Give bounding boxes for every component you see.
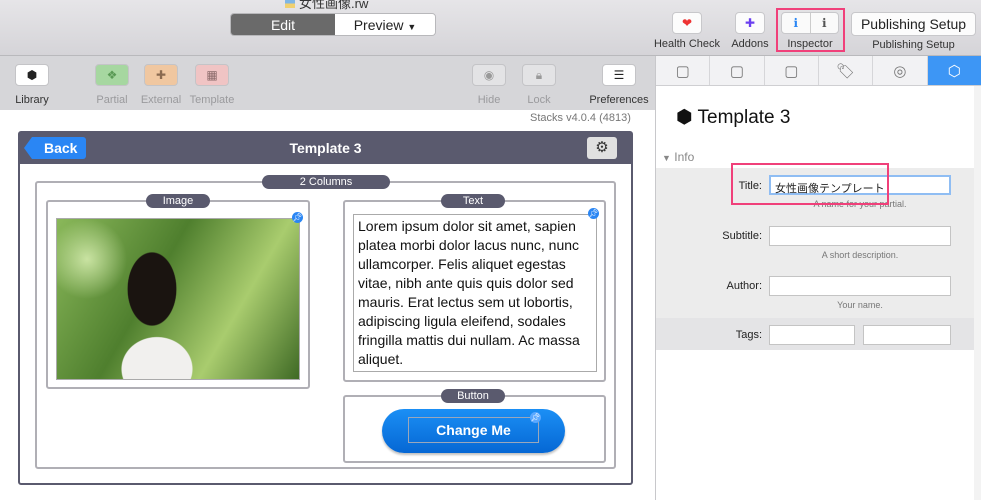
info-section-toggle[interactable]: ▼ Info bbox=[662, 150, 694, 164]
photo-image[interactable] bbox=[56, 218, 300, 380]
text-stack[interactable]: Text Lorem ipsum dolor sit amet, sapien … bbox=[343, 194, 606, 382]
partial-label: Partial bbox=[96, 94, 128, 106]
tags-field-1[interactable] bbox=[769, 325, 855, 345]
highlight-inspector bbox=[776, 8, 845, 52]
info-label: Info bbox=[674, 150, 695, 164]
version-text: Stacks v4.0.4 (4813) bbox=[530, 112, 631, 124]
author-field[interactable] bbox=[769, 276, 951, 296]
file-icon bbox=[285, 0, 295, 8]
inspector-title-text: Template 3 bbox=[697, 107, 791, 128]
image-stack[interactable]: Image 📌︎ bbox=[46, 194, 310, 389]
template-button[interactable]: ▦ Template bbox=[184, 64, 240, 106]
author-label: Author: bbox=[726, 280, 762, 292]
tag-tab-icon[interactable]: 🏷︎ bbox=[819, 56, 874, 85]
top-toolbar: 女性画像.rw Edit Preview ▼ ❤ Health Check ✚ … bbox=[0, 0, 981, 56]
hide-button[interactable]: ◉ Hide bbox=[461, 64, 517, 106]
preferences-button[interactable]: ☰ Preferences bbox=[584, 64, 654, 106]
lock-icon: 🔒︎ bbox=[522, 64, 556, 86]
tags-row: Tags: bbox=[656, 318, 974, 350]
cubes-icon: ❖ bbox=[95, 64, 129, 86]
library-label: Library bbox=[15, 94, 49, 106]
document-title: 女性画像.rw bbox=[285, 0, 368, 12]
editor-toolbar: ⬢ Library ❖ Partial ✚ External ▦ Template ◉ H… bbox=[0, 56, 655, 110]
card-header: Back Template 3 ⚙ bbox=[20, 133, 631, 164]
disclosure-triangle-icon: ▼ bbox=[662, 153, 671, 163]
external-button[interactable]: ✚ External bbox=[133, 64, 189, 106]
partial-editor-card: Back Template 3 ⚙ 2 Columns Image 📌︎ Tex… bbox=[18, 131, 633, 485]
gear-icon[interactable]: ⚙ bbox=[587, 137, 617, 159]
puzzle-icon: ✚ bbox=[735, 12, 765, 34]
pin-icon[interactable]: 📌︎ bbox=[530, 412, 541, 423]
two-columns-stack[interactable]: 2 Columns Image 📌︎ Text Lorem ipsum dolo… bbox=[35, 175, 616, 469]
text-content[interactable]: Lorem ipsum dolor sit amet, sapien plate… bbox=[353, 214, 597, 372]
pin-icon[interactable]: 📌︎ bbox=[588, 208, 599, 219]
publishing-setup-button[interactable]: Publishing Setup bbox=[851, 12, 976, 36]
pin-icon[interactable]: 📌︎ bbox=[292, 212, 303, 223]
tags-field-2[interactable] bbox=[863, 325, 951, 345]
lock-label: Lock bbox=[527, 94, 551, 106]
button-label: Button bbox=[441, 389, 505, 403]
change-me-label: Change Me bbox=[408, 417, 539, 443]
edit-mode-button[interactable]: Edit bbox=[231, 14, 335, 35]
external-label: External bbox=[140, 94, 182, 106]
template-label: Template bbox=[189, 94, 235, 106]
health-check-label: Health Check bbox=[653, 38, 721, 50]
inspector-panel: ▢ ▢ ▢ 🏷︎ ◎ ⬡ ⬢ Template 3 ▼ Info Title: … bbox=[655, 56, 981, 500]
preview-label: Preview bbox=[353, 17, 404, 33]
inspector-tabs: ▢ ▢ ▢ 🏷︎ ◎ ⬡ bbox=[656, 56, 981, 86]
subtitle-hint: A short description. bbox=[821, 250, 899, 260]
partial-button[interactable]: ❖ Partial bbox=[84, 64, 140, 106]
subtitle-label: Subtitle: bbox=[722, 230, 762, 242]
two-columns-label: 2 Columns bbox=[262, 175, 390, 189]
puzzle-icon: ✚ bbox=[144, 64, 178, 86]
button-stack[interactable]: Button Change Me 📌︎ bbox=[343, 389, 606, 463]
image-label: Image bbox=[146, 194, 210, 208]
document-title-text: 女性画像.rw bbox=[299, 0, 369, 11]
layout-left-tab-icon[interactable]: ▢ bbox=[710, 56, 765, 85]
addons-label: Addons bbox=[731, 38, 769, 50]
grid-icon: ▦ bbox=[195, 64, 229, 86]
author-hint: Your name. bbox=[837, 300, 883, 310]
lock-button[interactable]: 🔒︎ Lock bbox=[511, 64, 567, 106]
inspector-title: ⬢ Template 3 bbox=[676, 106, 790, 129]
tags-label: Tags: bbox=[735, 329, 762, 341]
preferences-label: Preferences bbox=[589, 94, 649, 106]
preview-mode-button[interactable]: Preview ▼ bbox=[335, 14, 435, 35]
addons-button[interactable]: ✚ Addons bbox=[728, 12, 772, 50]
eye-icon: ◉ bbox=[472, 64, 506, 86]
subtitle-field[interactable] bbox=[769, 226, 951, 246]
highlight-title-field bbox=[731, 163, 889, 205]
text-label: Text bbox=[441, 194, 505, 208]
cube-icon: ⬢ bbox=[676, 107, 693, 128]
chevron-down-icon: ▼ bbox=[407, 22, 417, 32]
publishing-setup-label: Publishing Setup bbox=[872, 39, 955, 51]
mode-segmented-control: Edit Preview ▼ bbox=[230, 13, 436, 36]
card-title: Template 3 bbox=[289, 140, 362, 156]
heart-icon: ❤ bbox=[672, 12, 702, 34]
scrollbar[interactable] bbox=[974, 86, 981, 500]
health-check-button[interactable]: ❤ Health Check bbox=[652, 12, 722, 50]
change-me-button[interactable]: Change Me 📌︎ bbox=[382, 409, 565, 453]
hexagon-tab-icon[interactable]: ⬡ bbox=[927, 56, 981, 85]
sliders-icon: ☰ bbox=[602, 64, 636, 86]
circle-tab-icon[interactable]: ◎ bbox=[873, 56, 928, 85]
layout-top-tab-icon[interactable]: ▢ bbox=[765, 56, 819, 85]
cube-icon: ⬢ bbox=[15, 64, 49, 86]
hide-label: Hide bbox=[477, 94, 501, 106]
library-button[interactable]: ⬢ Library bbox=[4, 64, 60, 106]
layout-tab-icon[interactable]: ▢ bbox=[656, 56, 711, 85]
